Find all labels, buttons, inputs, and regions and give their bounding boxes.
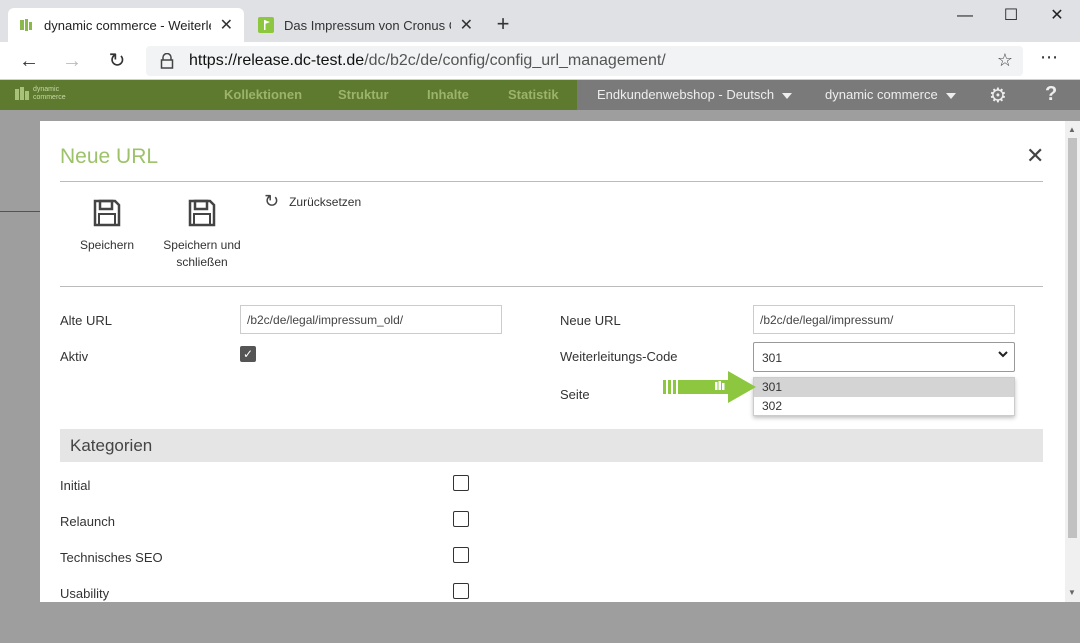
active-label: Aktiv [60, 349, 89, 364]
save-and-close-button[interactable]: Speichern und schließen [162, 199, 242, 271]
tab-title: Das Impressum von Cronus Golf [284, 17, 451, 33]
option-301[interactable]: 301 [754, 378, 1014, 397]
nav-inhalte[interactable]: Inhalte [427, 87, 469, 102]
floppy-disk-icon [93, 199, 121, 227]
forward-icon[interactable]: → [59, 48, 85, 74]
categories-heading: Kategorien [60, 429, 1043, 462]
undo-icon: ↻ [264, 191, 280, 211]
category-initial-label: Initial [60, 478, 91, 493]
nav-right-area: Endkundenwebshop - Deutsch dynamic comme… [577, 80, 1080, 110]
category-technical-seo-label: Technisches SEO [60, 550, 163, 565]
option-302[interactable]: 302 [754, 397, 1014, 416]
save-close-label-2: schließen [176, 255, 228, 269]
gear-icon[interactable]: ⚙ [989, 83, 1007, 108]
category-initial-checkbox[interactable] [453, 475, 469, 491]
close-icon[interactable]: ✕ [1026, 145, 1044, 167]
category-relaunch-label: Relaunch [60, 514, 115, 529]
category-usability-label: Usability [60, 586, 110, 601]
category-usability-checkbox[interactable] [453, 583, 469, 599]
dc-logo[interactable]: dynamic commerce [14, 86, 66, 102]
dc-logo-icon [15, 87, 29, 100]
dialog-title: Neue URL [60, 145, 159, 168]
help-icon[interactable]: ? [1045, 83, 1057, 106]
more-menu-icon[interactable]: ⋯ [1040, 47, 1058, 68]
new-tab-icon[interactable]: + [492, 13, 514, 35]
minimize-icon[interactable]: — [942, 4, 988, 28]
new-url-input[interactable]: /b2c/de/legal/impressum/ [753, 305, 1015, 334]
address-bar: ← → ↻ https://release.dc-test.de/dc/b2c/… [0, 42, 1080, 80]
chevron-down-icon [998, 351, 1008, 358]
tab-title: dynamic commerce - Weiterleitu [44, 17, 211, 33]
active-checkbox[interactable]: ✓ [240, 346, 256, 362]
tab-close-icon[interactable]: ✕ [219, 15, 234, 35]
browser-tab-inactive[interactable]: Das Impressum von Cronus Golf ✕ [248, 8, 484, 42]
nav-kollektionen[interactable]: Kollektionen [224, 87, 302, 102]
floppy-disk-icon [188, 199, 216, 227]
category-relaunch-checkbox[interactable] [453, 511, 469, 527]
save-close-label-1: Speichern und [163, 238, 241, 252]
redirect-code-dropdown: 301 302 [753, 377, 1015, 416]
company-select[interactable]: dynamic commerce [825, 87, 956, 102]
redirect-code-select[interactable]: 301 [753, 342, 1015, 372]
pointer-arrow-icon [663, 371, 756, 403]
reset-button[interactable]: ↻ Zurücksetzen [264, 191, 361, 212]
shop-select[interactable]: Endkundenwebshop - Deutsch [597, 87, 793, 102]
page-label: Seite [560, 387, 590, 402]
dialog-scrollbar[interactable]: ▲ ▼ [1065, 121, 1080, 602]
old-url-input[interactable]: /b2c/de/legal/impressum_old/ [240, 305, 502, 334]
app-navigation: dynamic commerce Kollektionen Struktur In… [0, 80, 1080, 110]
nav-struktur[interactable]: Struktur [338, 87, 389, 102]
nav-statistik[interactable]: Statistik [508, 87, 559, 102]
url-text: https://release.dc-test.de/dc/b2c/de/con… [189, 52, 666, 69]
reload-icon[interactable]: ↻ [104, 48, 130, 74]
scroll-up-icon[interactable]: ▲ [1068, 125, 1076, 134]
redirect-code-label: Weiterleitungs-Code [560, 349, 678, 364]
tab-close-icon[interactable]: ✕ [459, 15, 474, 35]
lock-icon [160, 53, 174, 69]
browser-tab-active[interactable]: dynamic commerce - Weiterleitu ✕ [8, 8, 244, 42]
divider [60, 181, 1043, 182]
maximize-icon[interactable]: ☐ [988, 4, 1034, 28]
redirect-code-value: 301 [762, 351, 783, 365]
save-button[interactable]: Speichern [80, 199, 134, 254]
favorite-star-icon[interactable]: ☆ [997, 50, 1013, 71]
save-label: Speichern [80, 238, 135, 252]
dc-favicon-icon [20, 19, 32, 31]
cronus-favicon-icon [258, 17, 274, 33]
new-url-label: Neue URL [560, 313, 621, 328]
old-url-label: Alte URL [60, 313, 113, 328]
scroll-down-icon[interactable]: ▼ [1068, 588, 1076, 597]
window-close-icon[interactable]: ✕ [1034, 4, 1080, 28]
reset-label: Zurücksetzen [289, 194, 362, 209]
back-icon[interactable]: ← [16, 48, 42, 74]
url-field[interactable]: https://release.dc-test.de/dc/b2c/de/con… [146, 46, 1023, 76]
new-url-dialog: Neue URL ✕ Speichern Speichern und schli… [40, 121, 1065, 602]
category-technical-seo-checkbox[interactable] [453, 547, 469, 563]
divider [60, 286, 1043, 287]
scrollbar-thumb[interactable] [1068, 138, 1077, 538]
browser-tab-bar: dynamic commerce - Weiterleitu ✕ Das Imp… [0, 0, 1080, 42]
